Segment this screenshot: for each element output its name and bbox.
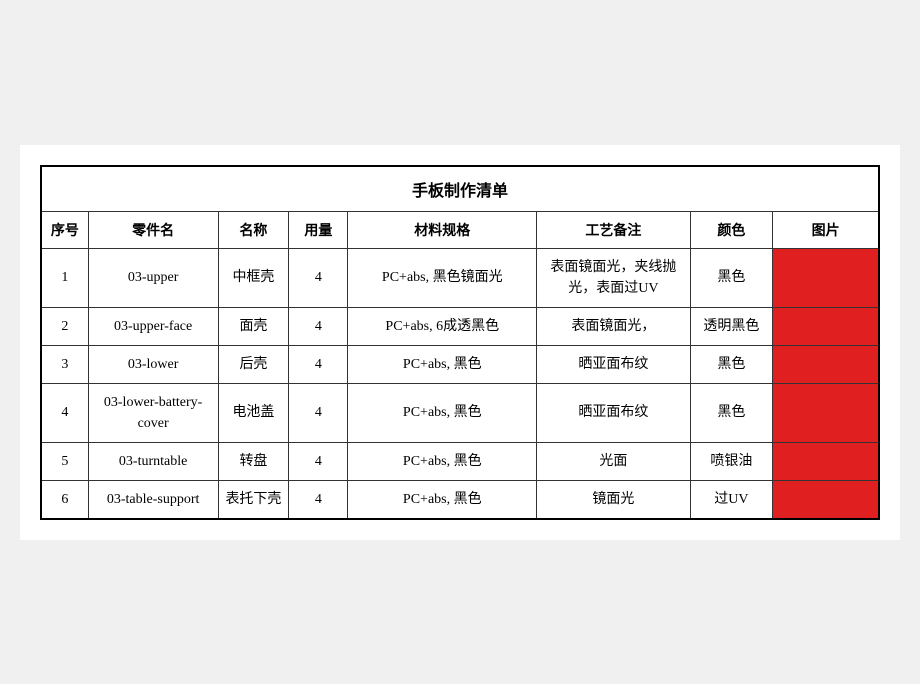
cell-img	[773, 345, 879, 383]
cell-spec: PC+abs, 黑色	[348, 442, 537, 480]
cell-spec: PC+abs, 黑色镜面光	[348, 248, 537, 307]
cell-color: 黑色	[690, 345, 773, 383]
header-spec: 材料规格	[348, 211, 537, 248]
header-qty: 用量	[289, 211, 348, 248]
cell-part: 03-turntable	[88, 442, 218, 480]
cell-process: 表面镜面光，	[537, 307, 690, 345]
header-img: 图片	[773, 211, 879, 248]
cell-process: 光面	[537, 442, 690, 480]
cell-qty: 4	[289, 345, 348, 383]
cell-name: 表托下壳	[218, 480, 289, 519]
cell-qty: 4	[289, 248, 348, 307]
cell-spec: PC+abs, 6成透黑色	[348, 307, 537, 345]
table-row: 403-lower-battery-cover电池盖4PC+abs, 黑色晒亚面…	[41, 383, 879, 442]
table-row: 503-turntable转盘4PC+abs, 黑色光面喷银油	[41, 442, 879, 480]
header-row: 序号 零件名 名称 用量 材料规格 工艺备注 颜色 图片	[41, 211, 879, 248]
cell-spec: PC+abs, 黑色	[348, 480, 537, 519]
cell-qty: 4	[289, 383, 348, 442]
cell-color: 过UV	[690, 480, 773, 519]
cell-part: 03-lower-battery-cover	[88, 383, 218, 442]
cell-qty: 4	[289, 442, 348, 480]
cell-part: 03-lower	[88, 345, 218, 383]
cell-part: 03-upper-face	[88, 307, 218, 345]
cell-seq: 3	[41, 345, 88, 383]
cell-img	[773, 480, 879, 519]
cell-seq: 6	[41, 480, 88, 519]
cell-img	[773, 248, 879, 307]
cell-spec: PC+abs, 黑色	[348, 383, 537, 442]
header-seq: 序号	[41, 211, 88, 248]
cell-process: 晒亚面布纹	[537, 345, 690, 383]
cell-seq: 4	[41, 383, 88, 442]
page-wrapper: 手板制作清单 序号 零件名 名称 用量 材料规格 工艺备注 颜色 图片 103-…	[20, 145, 900, 540]
cell-qty: 4	[289, 480, 348, 519]
cell-spec: PC+abs, 黑色	[348, 345, 537, 383]
cell-part: 03-table-support	[88, 480, 218, 519]
cell-qty: 4	[289, 307, 348, 345]
cell-color: 喷银油	[690, 442, 773, 480]
cell-color: 透明黑色	[690, 307, 773, 345]
cell-seq: 1	[41, 248, 88, 307]
table-row: 203-upper-face面壳4PC+abs, 6成透黑色表面镜面光，透明黑色	[41, 307, 879, 345]
cell-part: 03-upper	[88, 248, 218, 307]
cell-img	[773, 383, 879, 442]
table-row: 603-table-support表托下壳4PC+abs, 黑色镜面光过UV	[41, 480, 879, 519]
cell-process: 晒亚面布纹	[537, 383, 690, 442]
header-process: 工艺备注	[537, 211, 690, 248]
table-row: 103-upper中框壳4PC+abs, 黑色镜面光表面镜面光，夹线抛光，表面过…	[41, 248, 879, 307]
cell-name: 中框壳	[218, 248, 289, 307]
table-title: 手板制作清单	[41, 166, 879, 212]
cell-img	[773, 442, 879, 480]
cell-name: 电池盖	[218, 383, 289, 442]
cell-process: 表面镜面光，夹线抛光，表面过UV	[537, 248, 690, 307]
title-row: 手板制作清单	[41, 166, 879, 212]
cell-name: 面壳	[218, 307, 289, 345]
header-part: 零件名	[88, 211, 218, 248]
header-name: 名称	[218, 211, 289, 248]
cell-seq: 2	[41, 307, 88, 345]
header-color: 颜色	[690, 211, 773, 248]
cell-img	[773, 307, 879, 345]
cell-name: 后壳	[218, 345, 289, 383]
cell-name: 转盘	[218, 442, 289, 480]
parts-table: 手板制作清单 序号 零件名 名称 用量 材料规格 工艺备注 颜色 图片 103-…	[40, 165, 880, 520]
cell-seq: 5	[41, 442, 88, 480]
cell-process: 镜面光	[537, 480, 690, 519]
cell-color: 黑色	[690, 248, 773, 307]
cell-color: 黑色	[690, 383, 773, 442]
table-row: 303-lower后壳4PC+abs, 黑色晒亚面布纹黑色	[41, 345, 879, 383]
